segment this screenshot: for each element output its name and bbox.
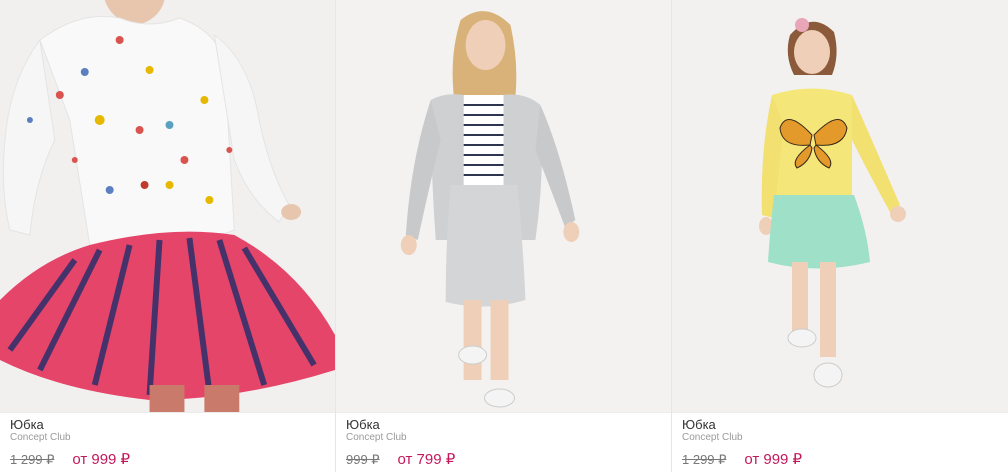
- current-price: от 999 ₽: [72, 451, 131, 468]
- product-title[interactable]: Юбка: [682, 417, 998, 432]
- product-info: Юбка Concept Club 1 299 ₽ от 999 ₽: [0, 412, 335, 472]
- product-photo[interactable]: [0, 0, 335, 412]
- product-photo-illustration: [336, 0, 671, 412]
- product-info: Юбка Concept Club 999 ₽ от 799 ₽: [336, 412, 671, 472]
- product-photo[interactable]: [336, 0, 671, 412]
- product-info: Юбка Concept Club 1 299 ₽ от 999 ₽: [672, 412, 1008, 472]
- product-card[interactable]: Юбка Concept Club 1 299 ₽ от 999 ₽: [0, 0, 336, 472]
- current-price: от 999 ₽: [744, 451, 803, 468]
- old-price: 1 299 ₽: [682, 452, 727, 467]
- product-photo-illustration: [0, 0, 335, 412]
- product-card[interactable]: Юбка Concept Club 999 ₽ от 799 ₽: [336, 0, 672, 472]
- product-title[interactable]: Юбка: [10, 417, 325, 432]
- product-photo[interactable]: [672, 0, 1008, 412]
- old-price: 999 ₽: [346, 452, 380, 467]
- price-row: 999 ₽ от 799 ₽: [346, 451, 661, 468]
- current-price: от 799 ₽: [397, 451, 456, 468]
- product-grid: Юбка Concept Club 1 299 ₽ от 999 ₽ Юбка …: [0, 0, 1008, 472]
- price-row: 1 299 ₽ от 999 ₽: [682, 451, 998, 468]
- product-brand: Concept Club: [682, 432, 743, 443]
- price-row: 1 299 ₽ от 999 ₽: [10, 451, 325, 468]
- product-brand: Concept Club: [10, 432, 71, 443]
- product-photo-illustration: [672, 0, 1008, 412]
- old-price: 1 299 ₽: [10, 452, 55, 467]
- product-card[interactable]: Юбка Concept Club 1 299 ₽ от 999 ₽: [672, 0, 1008, 472]
- product-brand: Concept Club: [346, 432, 407, 443]
- product-title[interactable]: Юбка: [346, 417, 661, 432]
